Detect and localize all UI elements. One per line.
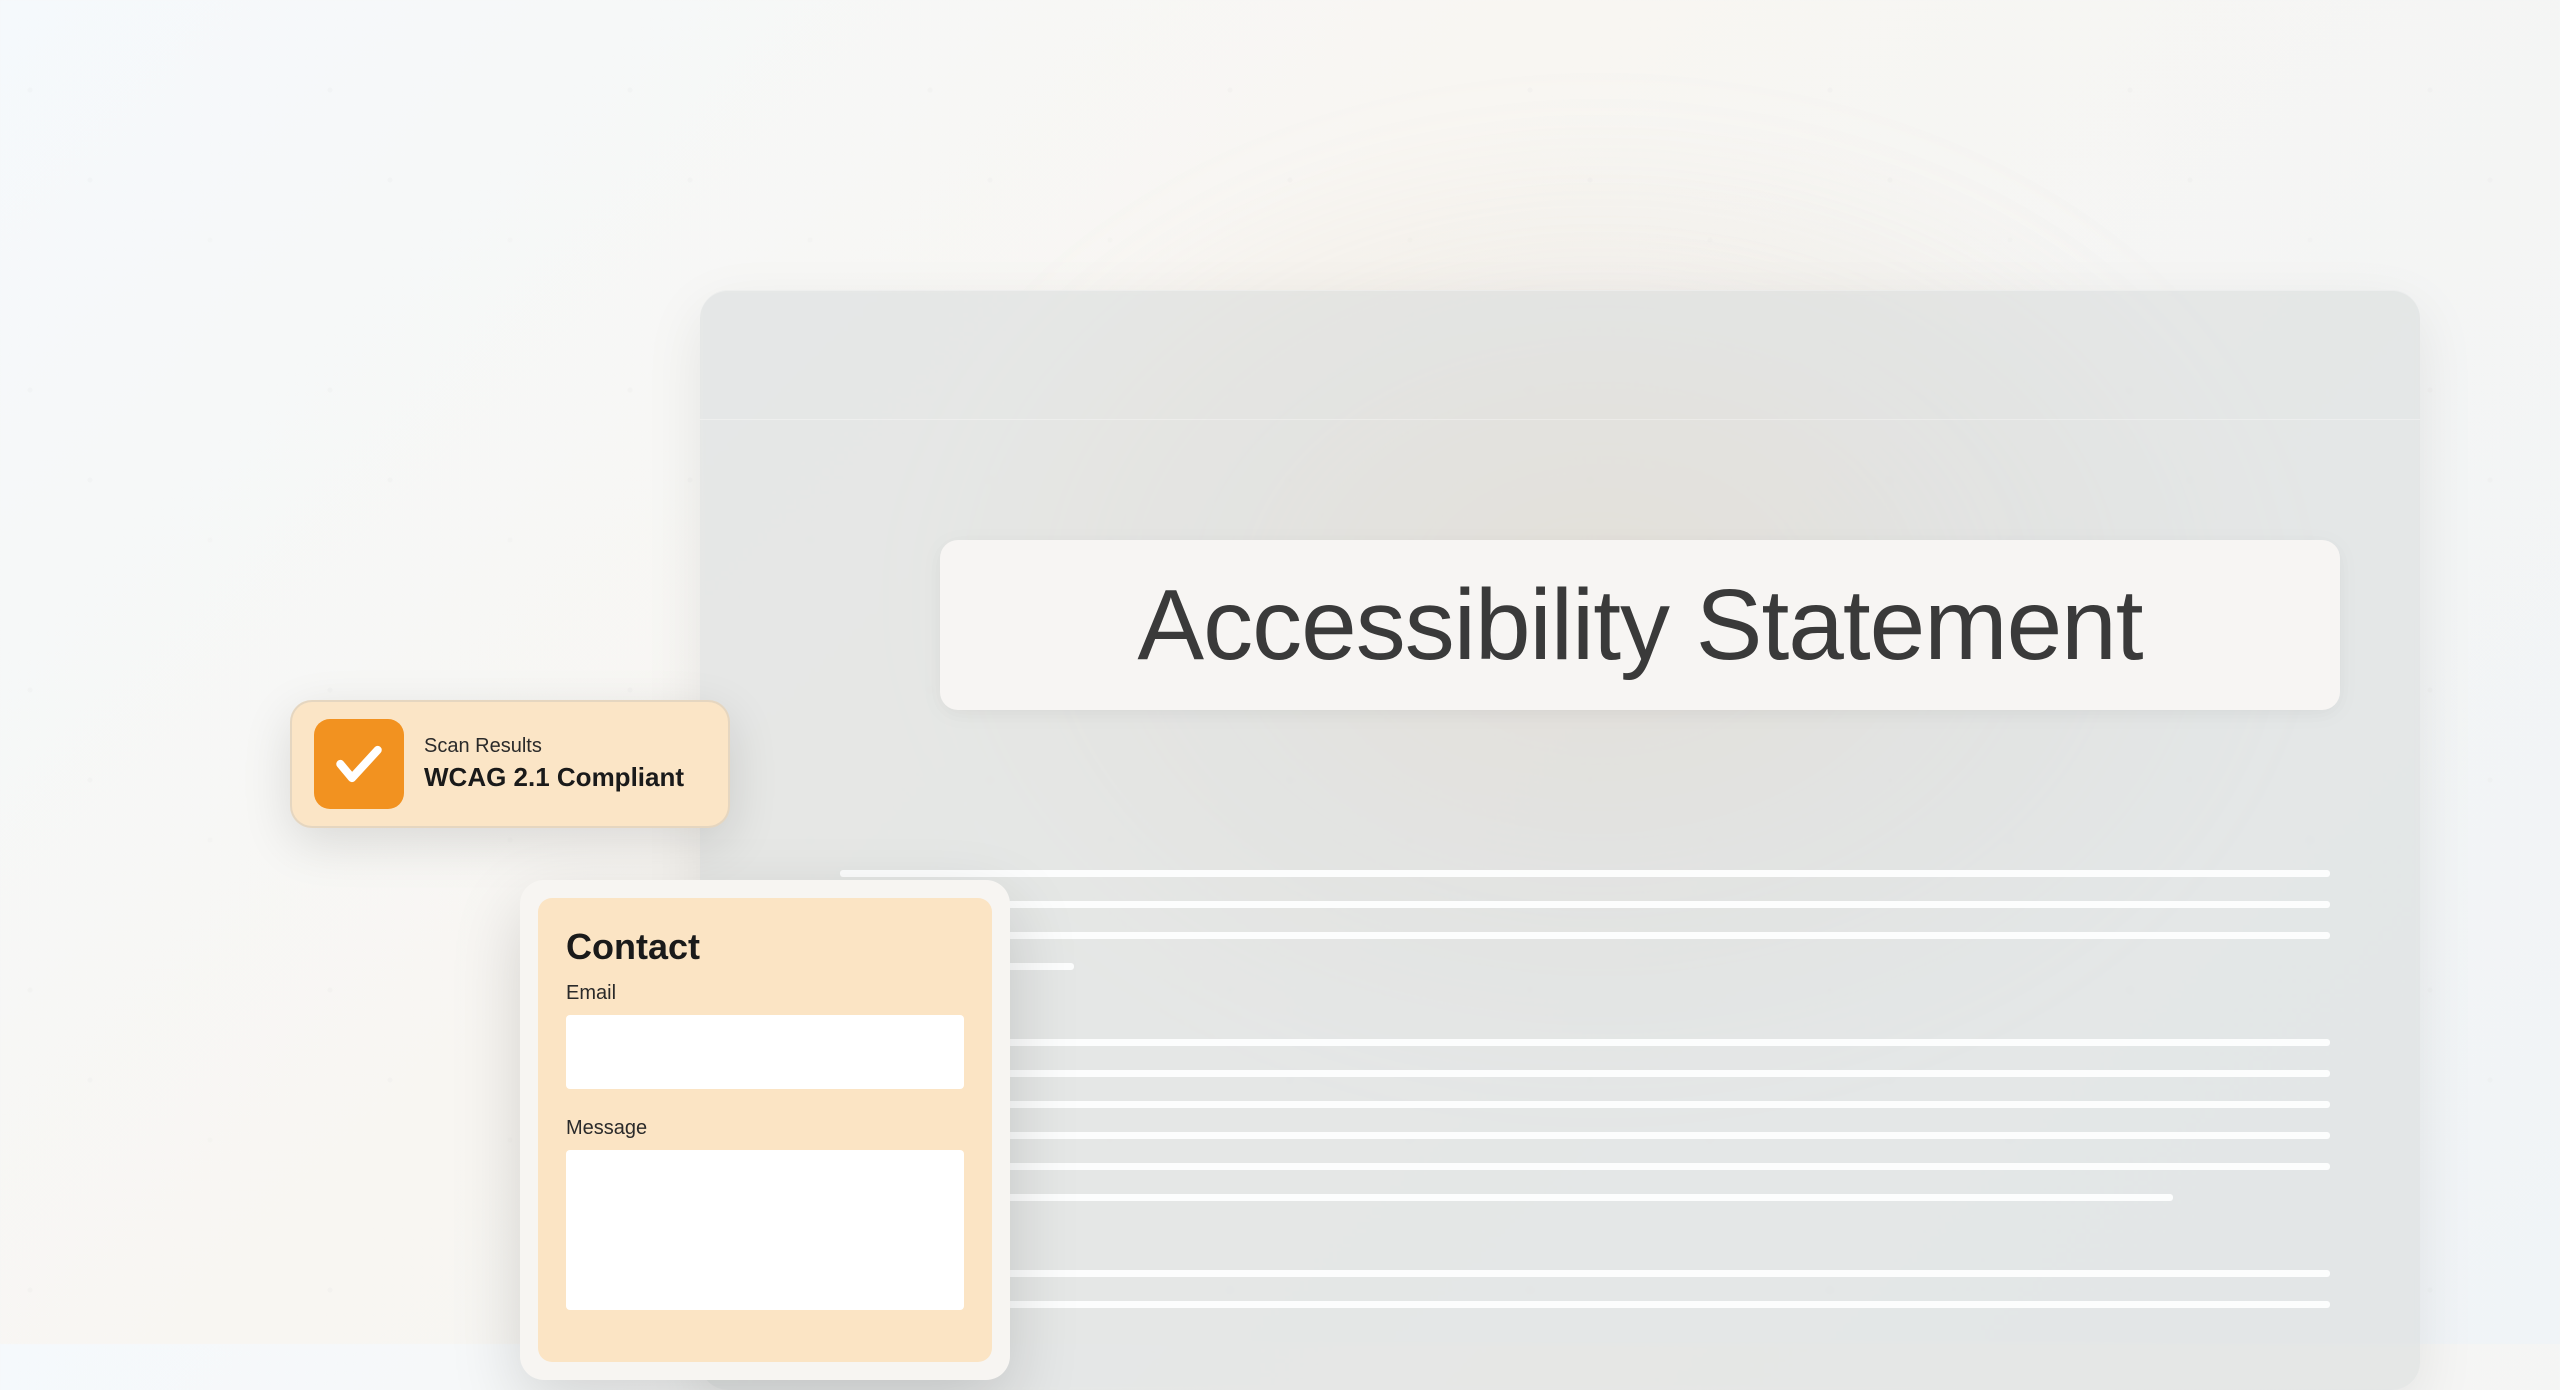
text-line — [840, 1270, 2330, 1277]
contact-card: Contact Email Message — [520, 880, 1010, 1380]
email-label: Email — [566, 982, 964, 1005]
scan-results-badge: Scan Results WCAG 2.1 Compliant — [290, 700, 730, 828]
scan-label: Scan Results — [424, 735, 684, 758]
email-field[interactable] — [566, 1015, 964, 1089]
contact-title: Contact — [566, 926, 964, 968]
title-badge: Accessibility Statement — [940, 540, 2340, 710]
text-line — [840, 870, 2330, 877]
contact-form: Contact Email Message — [538, 898, 992, 1362]
message-field[interactable] — [566, 1150, 964, 1310]
checkmark-icon — [314, 719, 404, 809]
message-label: Message — [566, 1117, 964, 1140]
page-title: Accessibility Statement — [1137, 568, 2142, 683]
scan-text: Scan Results WCAG 2.1 Compliant — [424, 735, 684, 793]
scan-value: WCAG 2.1 Compliant — [424, 762, 684, 793]
document-titlebar — [700, 290, 2420, 420]
text-line — [840, 1039, 2330, 1046]
